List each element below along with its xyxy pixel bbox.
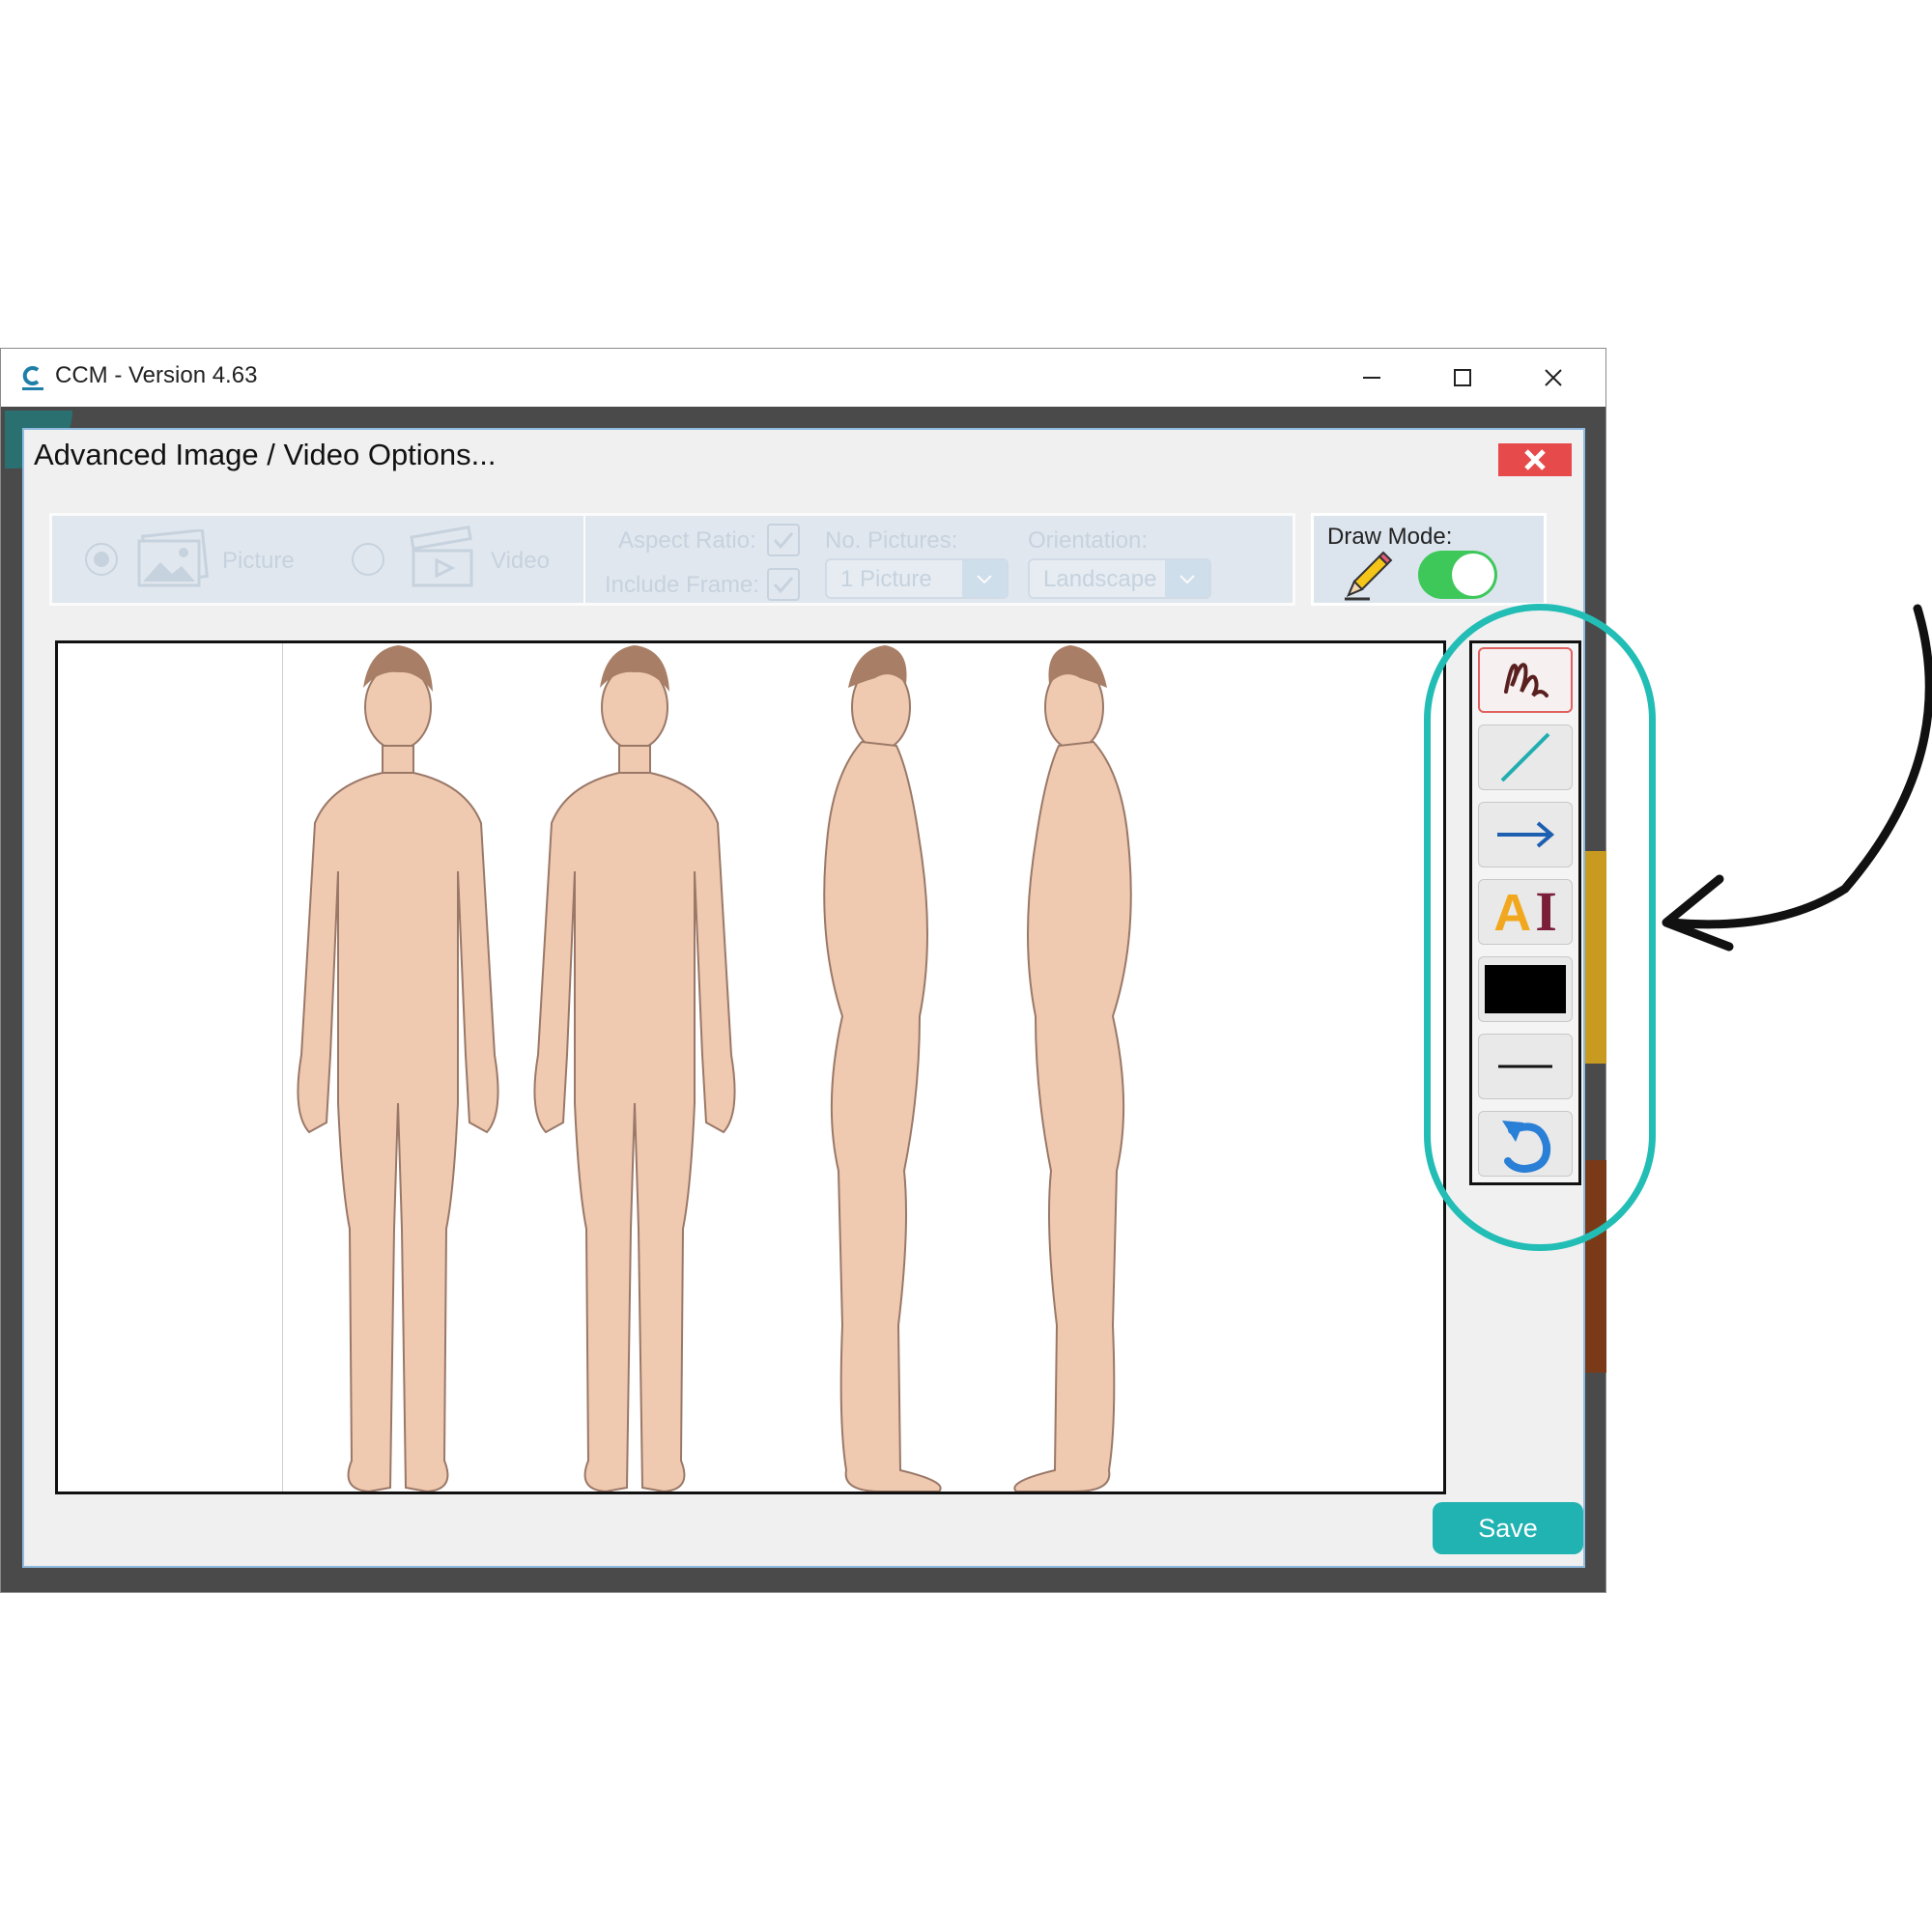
ccm-logo-icon bbox=[22, 366, 43, 390]
app-window: CCM - Version 4.63 Advanced Image / Vide… bbox=[0, 348, 1606, 1593]
minimize-button[interactable] bbox=[1326, 349, 1417, 407]
picture-icon bbox=[137, 529, 209, 587]
chevron-down-icon bbox=[962, 560, 1007, 597]
video-label: Video bbox=[491, 548, 550, 574]
drawing-canvas[interactable] bbox=[55, 640, 1446, 1494]
divider bbox=[583, 516, 585, 603]
chevron-down-icon bbox=[1165, 560, 1209, 597]
checkmark-icon bbox=[773, 532, 794, 550]
body-chart-image bbox=[297, 644, 1132, 1492]
body-side-view-right bbox=[823, 644, 942, 1492]
checkmark-icon bbox=[773, 577, 794, 594]
toolbar-highlight-outline bbox=[1424, 604, 1656, 1251]
aspect-ratio-label: Aspect Ratio: bbox=[618, 527, 756, 554]
close-icon bbox=[1545, 369, 1562, 386]
no-pictures-select[interactable]: 1 Picture bbox=[825, 558, 1009, 599]
close-icon bbox=[1524, 449, 1546, 470]
draw-mode-panel: Draw Mode: bbox=[1311, 513, 1547, 606]
body-side-view-left bbox=[1013, 644, 1132, 1492]
no-pictures-value: 1 Picture bbox=[840, 566, 932, 592]
no-pictures-label: No. Pictures: bbox=[825, 527, 958, 554]
close-window-button[interactable] bbox=[1508, 349, 1599, 407]
window-titlebar[interactable]: CCM - Version 4.63 bbox=[1, 349, 1605, 407]
maximize-icon bbox=[1454, 369, 1471, 386]
window-title: CCM - Version 4.63 bbox=[55, 362, 258, 388]
orientation-value: Landscape bbox=[1043, 566, 1157, 592]
advanced-options-dialog: Advanced Image / Video Options... Pictur… bbox=[22, 428, 1585, 1568]
capture-options-panel: Picture Video Aspect Ratio: Include Fram… bbox=[49, 513, 1295, 606]
aspect-ratio-checkbox[interactable] bbox=[767, 524, 800, 556]
maximize-button[interactable] bbox=[1417, 349, 1508, 407]
picture-label: Picture bbox=[222, 548, 295, 574]
dialog-title: Advanced Image / Video Options... bbox=[34, 438, 497, 471]
body-back-view bbox=[533, 644, 736, 1492]
draw-mode-label: Draw Mode: bbox=[1327, 524, 1453, 550]
video-radio[interactable] bbox=[352, 543, 384, 576]
include-frame-checkbox[interactable] bbox=[767, 568, 800, 601]
video-clapper-icon bbox=[410, 526, 473, 587]
orientation-select[interactable]: Landscape bbox=[1028, 558, 1211, 599]
annotation-arrow-icon bbox=[1662, 604, 1932, 952]
body-front-view bbox=[297, 644, 499, 1492]
dialog-close-button[interactable] bbox=[1498, 443, 1572, 476]
draw-mode-toggle[interactable] bbox=[1418, 551, 1497, 599]
toggle-knob bbox=[1452, 554, 1494, 596]
orientation-label: Orientation: bbox=[1028, 527, 1149, 554]
picture-radio[interactable] bbox=[85, 543, 118, 576]
include-frame-label: Include Frame: bbox=[605, 572, 760, 598]
minimize-icon bbox=[1363, 377, 1380, 379]
save-button[interactable]: Save bbox=[1433, 1502, 1583, 1554]
pencil-icon bbox=[1345, 551, 1393, 601]
